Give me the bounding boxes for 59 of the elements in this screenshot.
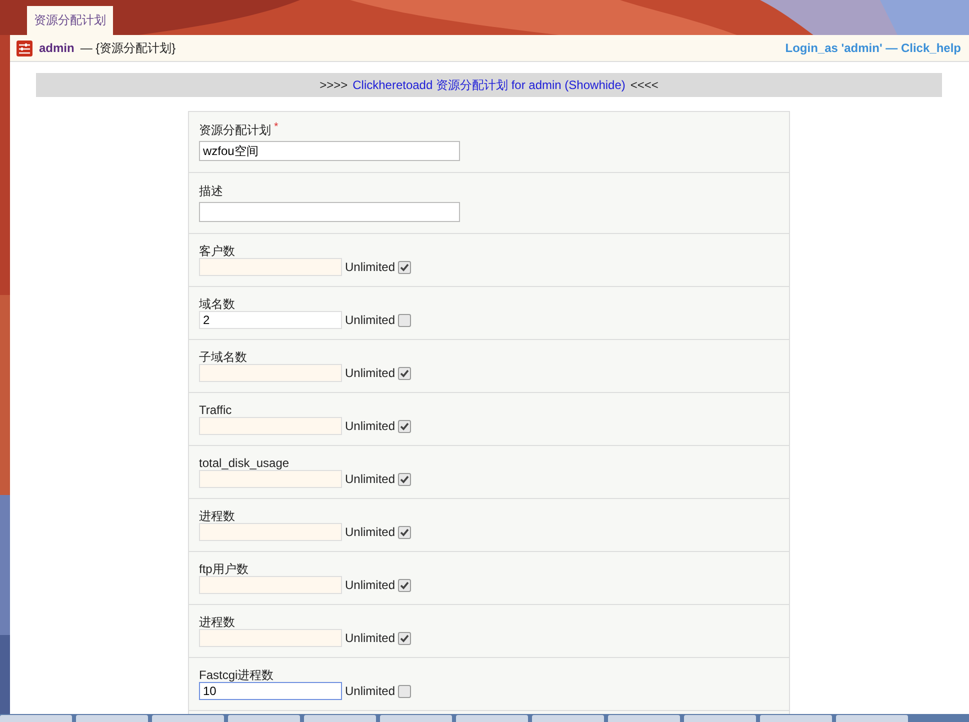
checkbox[interactable]: [398, 684, 412, 698]
checkbox[interactable]: [398, 420, 412, 432]
field-label: 进程数: [199, 509, 235, 523]
input-field[interactable]: [199, 417, 342, 435]
taskbar-button[interactable]: [456, 715, 528, 722]
field-label: Traffic: [199, 403, 232, 417]
field-label: Fastcgi进程数: [199, 668, 274, 682]
input-field[interactable]: [199, 576, 342, 594]
taskbar-button[interactable]: [304, 715, 376, 722]
banner-prefix: >>>>: [320, 78, 348, 92]
banner-suffix: <<<<: [630, 78, 658, 92]
input-field[interactable]: 2: [199, 311, 342, 329]
taskbar-button[interactable]: [380, 715, 452, 722]
input-field[interactable]: 10: [199, 682, 342, 700]
input-field[interactable]: [199, 202, 460, 222]
page-title: — {资源分配计划}: [80, 40, 176, 56]
checkbox[interactable]: [398, 578, 412, 592]
taskbar-button[interactable]: [0, 715, 72, 722]
field-label: 进程数: [199, 615, 235, 629]
taskbar-button[interactable]: [608, 715, 680, 722]
checkbox-label: Unlimited: [345, 313, 396, 327]
input-field[interactable]: wzfou空间: [199, 141, 460, 161]
checkbox-label: Unlimited: [345, 419, 396, 433]
input-field[interactable]: [199, 364, 342, 382]
checkbox-label: Unlimited: [345, 631, 396, 645]
input-field[interactable]: [199, 629, 342, 647]
taskbar-button[interactable]: [76, 715, 148, 722]
taskbar-button[interactable]: [228, 715, 300, 722]
settings-icon: [16, 40, 33, 56]
checkbox-label: Unlimited: [345, 472, 396, 486]
checkbox[interactable]: [398, 366, 412, 380]
field-label: 资源分配计划: [199, 123, 271, 137]
required-mark: *: [274, 123, 278, 135]
add-link[interactable]: Clickheretoadd 资源分配计划 for admin (Showhide): [352, 76, 626, 94]
field-label: 客户数: [199, 244, 235, 258]
field-label: 域名数: [199, 297, 235, 311]
input-field[interactable]: [199, 258, 342, 276]
checkbox[interactable]: [398, 526, 412, 538]
taskbar-button[interactable]: [836, 715, 908, 722]
checkbox[interactable]: [398, 260, 412, 274]
input-field[interactable]: [199, 470, 342, 488]
input-field[interactable]: [199, 523, 342, 541]
checkbox-label: Unlimited: [345, 684, 396, 698]
field-label: 描述: [199, 184, 223, 198]
checkbox-label: Unlimited: [345, 260, 396, 274]
checkbox[interactable]: [398, 472, 412, 486]
field-label: total_disk_usage: [199, 456, 290, 470]
checkbox[interactable]: [398, 314, 412, 326]
taskbar-button[interactable]: [684, 715, 756, 722]
taskbar-button[interactable]: [760, 715, 832, 722]
field-label: 子域名数: [199, 350, 247, 364]
checkbox[interactable]: [398, 632, 412, 644]
taskbar-button[interactable]: [152, 715, 224, 722]
checkbox-label: Unlimited: [345, 525, 396, 539]
checkbox-label: Unlimited: [345, 578, 396, 592]
field-label: ftp用户数: [199, 562, 248, 576]
checkbox-label: Unlimited: [345, 366, 396, 380]
user-name: admin: [39, 41, 74, 55]
taskbar-button[interactable]: [532, 715, 604, 722]
